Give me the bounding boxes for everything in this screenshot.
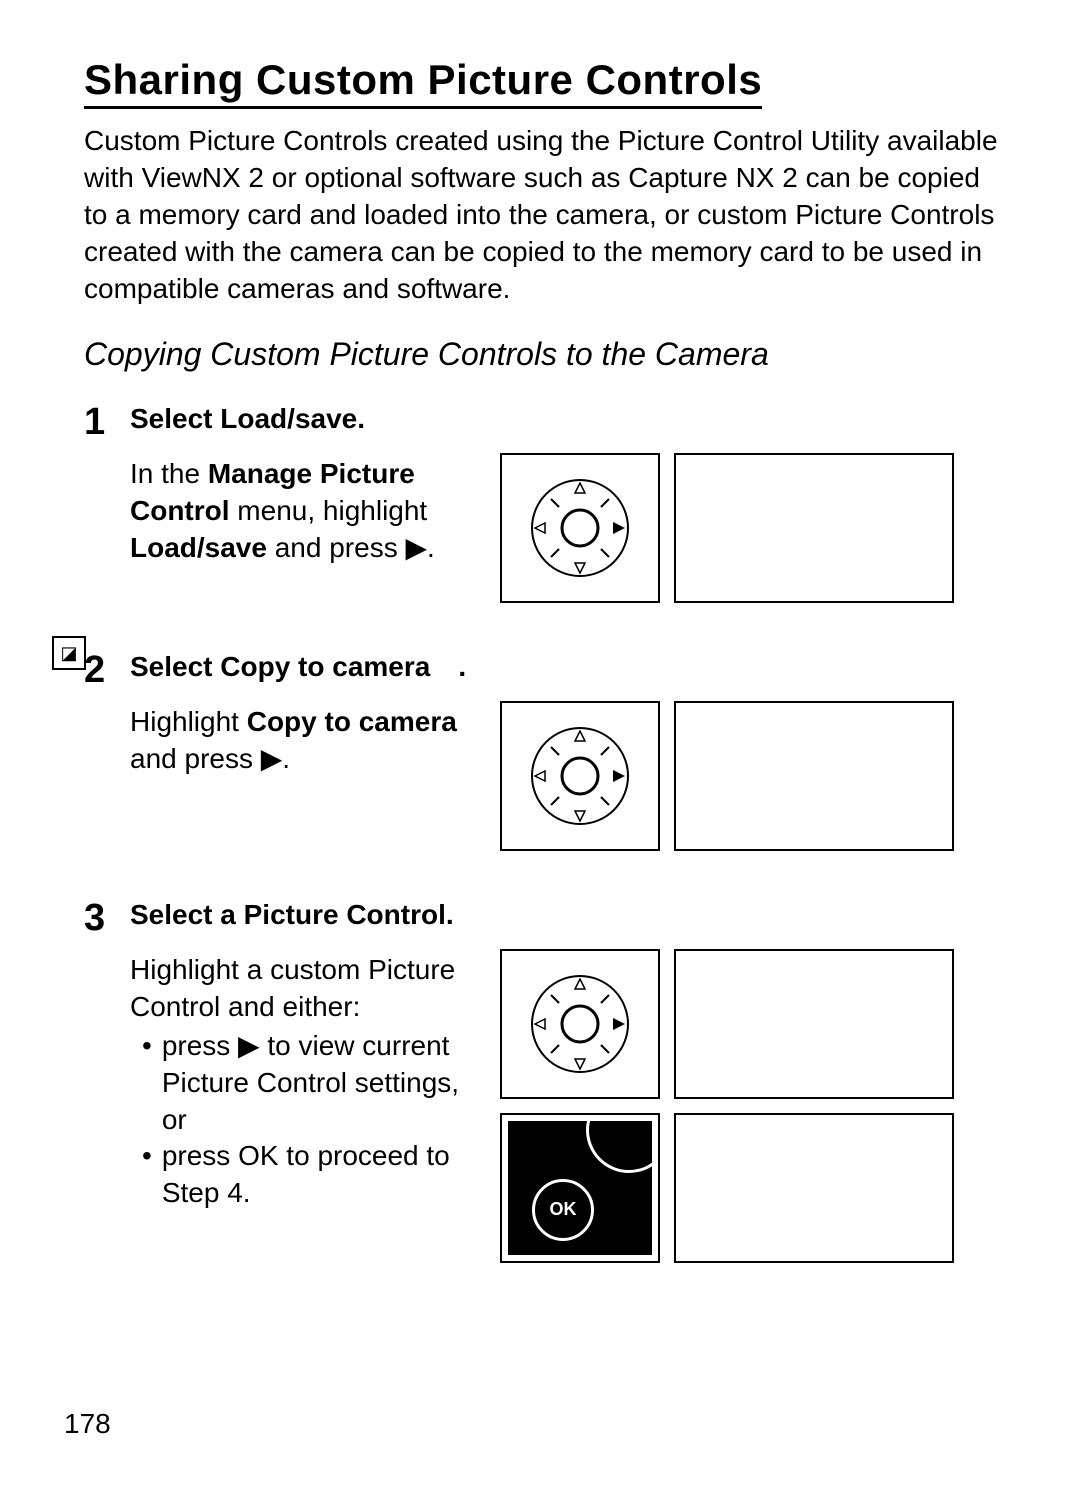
step-desc: Highlight Copy to camera and press ▶. xyxy=(130,704,490,778)
intro-paragraph: Custom Picture Controls created using th… xyxy=(84,123,1006,308)
step-1: 1 Select Load/save. In the Manage Pictur… xyxy=(84,401,1006,603)
multi-selector-right-icon xyxy=(500,949,660,1099)
step-heading: Select Copy to camera. xyxy=(130,649,490,686)
step-desc: In the Manage Picture Control menu, high… xyxy=(130,456,490,567)
ok-label: OK xyxy=(532,1179,594,1241)
page-number: 178 xyxy=(64,1408,111,1440)
section-subtitle: Copying Custom Picture Controls to the C… xyxy=(84,336,1006,373)
multi-selector-right-icon xyxy=(500,453,660,603)
step-heading: Select Load/save. xyxy=(130,401,490,438)
lcd-placeholder xyxy=(674,949,954,1099)
step-desc: Highlight a custom Picture Control and e… xyxy=(130,952,490,1213)
lcd-placeholder xyxy=(674,453,954,603)
ok-button-icon: OK xyxy=(500,1113,660,1263)
lcd-placeholder xyxy=(674,1113,954,1263)
step-2: 2 Select Copy to camera. Highlight Copy … xyxy=(84,649,1006,851)
page-title: Sharing Custom Picture Controls xyxy=(84,56,762,109)
section-tab-icon: ◪ xyxy=(52,636,86,670)
step-number: 3 xyxy=(84,897,130,937)
bullet-item: press ▶ to view current Picture Control … xyxy=(142,1028,490,1139)
bullet-item: press OK to proceed to Step 4. xyxy=(142,1138,490,1212)
lcd-placeholder xyxy=(674,701,954,851)
step-number: 2 xyxy=(84,649,130,689)
step-heading: Select a Picture Control. xyxy=(130,897,490,934)
step-3: 3 Select a Picture Control. Highlight a … xyxy=(84,897,1006,1263)
multi-selector-right-icon xyxy=(500,701,660,851)
step-number: 1 xyxy=(84,401,130,441)
